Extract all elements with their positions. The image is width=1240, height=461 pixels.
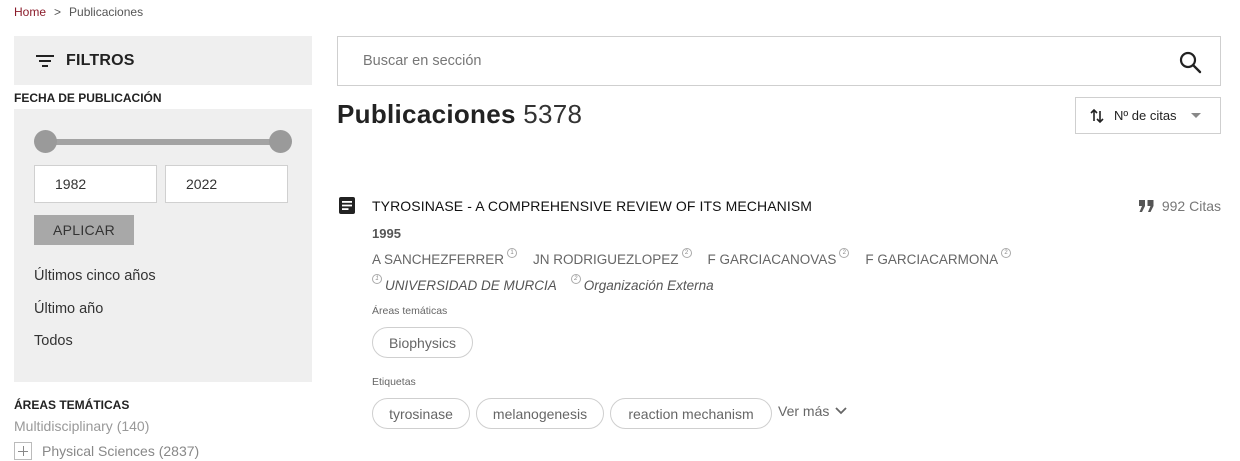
show-more-tags-button[interactable]: Ver más — [778, 403, 847, 419]
search-icon[interactable] — [1178, 50, 1202, 74]
results-count: 5378 — [523, 99, 583, 129]
apply-button[interactable]: APLICAR — [34, 215, 134, 245]
filter-icon — [36, 54, 54, 67]
quick-range-last-year[interactable]: Último año — [34, 301, 103, 317]
breadcrumb: Home > Publicaciones — [14, 5, 143, 19]
year-from-input[interactable] — [34, 165, 157, 203]
publication-title[interactable]: TYROSINASE - A COMPREHENSIVE REVIEW OF I… — [372, 198, 812, 214]
publication-year: 1995 — [372, 226, 401, 241]
sort-arrows-icon — [1090, 108, 1104, 123]
author-name: JN RODRIGUEZLOPEZ — [533, 252, 679, 267]
affiliation-name: UNIVERSIDAD DE MURCIA — [385, 278, 557, 293]
search-box — [337, 36, 1221, 86]
affiliation-ref: 2 — [570, 274, 581, 284]
tag-chip-reaction-mechanism[interactable]: reaction mechanism — [610, 398, 772, 429]
areas-section-title: ÁREAS TEMÁTICAS — [14, 398, 130, 412]
breadcrumb-home-link[interactable]: Home — [14, 5, 46, 19]
affiliation-ref: 2 — [839, 248, 850, 258]
areas-label: Áreas temáticas — [372, 305, 448, 317]
slider-end-handle[interactable] — [269, 130, 292, 153]
author-item[interactable]: JN RODRIGUEZLOPEZ 2 — [533, 248, 692, 267]
search-input[interactable] — [338, 37, 1158, 85]
quote-icon — [1138, 200, 1154, 212]
breadcrumb-separator: > — [54, 5, 62, 19]
tags-label: Etiquetas — [372, 376, 416, 388]
quick-range-last-five-years[interactable]: Últimos cinco años — [34, 268, 156, 284]
author-name: A SANCHEZFERRER — [372, 252, 505, 267]
area-chip-biophysics[interactable]: Biophysics — [372, 327, 473, 358]
citations-count: 992 Citas — [1138, 198, 1221, 214]
filters-header[interactable]: FILTROS — [14, 36, 312, 85]
area-item-multidisciplinary[interactable]: Multidisciplinary (140) — [14, 418, 149, 434]
area-item-physical-sciences[interactable]: Physical Sciences (2837) — [14, 442, 199, 460]
year-to-input[interactable] — [165, 165, 288, 203]
author-list: A SANCHEZFERRER 1 JN RODRIGUEZLOPEZ 2 F … — [372, 248, 1012, 267]
tag-chip-tyrosinase[interactable]: tyrosinase — [372, 398, 470, 429]
affiliation-ref: 2 — [681, 248, 692, 258]
filters-title: FILTROS — [66, 51, 135, 69]
author-name: F GARCIACANOVAS — [707, 252, 837, 267]
chevron-down-icon — [835, 407, 847, 415]
page-title-text: Publicaciones — [337, 99, 516, 129]
citations-text: 992 Citas — [1161, 198, 1221, 214]
year-range-slider[interactable] — [46, 139, 280, 145]
slider-start-handle[interactable] — [34, 130, 57, 153]
date-filter-panel: APLICAR Últimos cinco años Último año To… — [14, 109, 312, 382]
chevron-down-icon — [1190, 113, 1201, 118]
show-more-label: Ver más — [778, 403, 830, 419]
affiliation-name: Organización Externa — [583, 278, 714, 293]
expand-plus-icon[interactable] — [14, 442, 32, 460]
affiliation-item: 2 Organización Externa — [570, 274, 714, 293]
breadcrumb-current: Publicaciones — [69, 5, 144, 19]
area-item-label: Physical Sciences (2837) — [42, 443, 200, 459]
affiliation-item: 1 UNIVERSIDAD DE MURCIA — [372, 274, 557, 293]
quick-range-all[interactable]: Todos — [34, 333, 73, 349]
author-item[interactable]: F GARCIACARMONA 2 — [865, 248, 1012, 267]
affiliation-ref: 2 — [1001, 248, 1012, 258]
author-item[interactable]: A SANCHEZFERRER 1 — [372, 248, 518, 267]
page-title: Publicaciones 5378 — [337, 99, 582, 130]
sort-label: Nº de citas — [1114, 108, 1177, 123]
author-item[interactable]: F GARCIACANOVAS 2 — [707, 248, 850, 267]
sort-dropdown[interactable]: Nº de citas — [1075, 97, 1221, 134]
affiliation-ref: 1 — [507, 248, 518, 258]
document-icon — [339, 197, 355, 214]
date-section-title: FECHA DE PUBLICACIÓN — [14, 91, 162, 105]
affiliation-list: 1 UNIVERSIDAD DE MURCIA 2 Organización E… — [372, 274, 714, 293]
affiliation-ref: 1 — [372, 274, 382, 284]
author-name: F GARCIACARMONA — [865, 252, 999, 267]
tag-chip-melanogenesis[interactable]: melanogenesis — [476, 398, 604, 429]
